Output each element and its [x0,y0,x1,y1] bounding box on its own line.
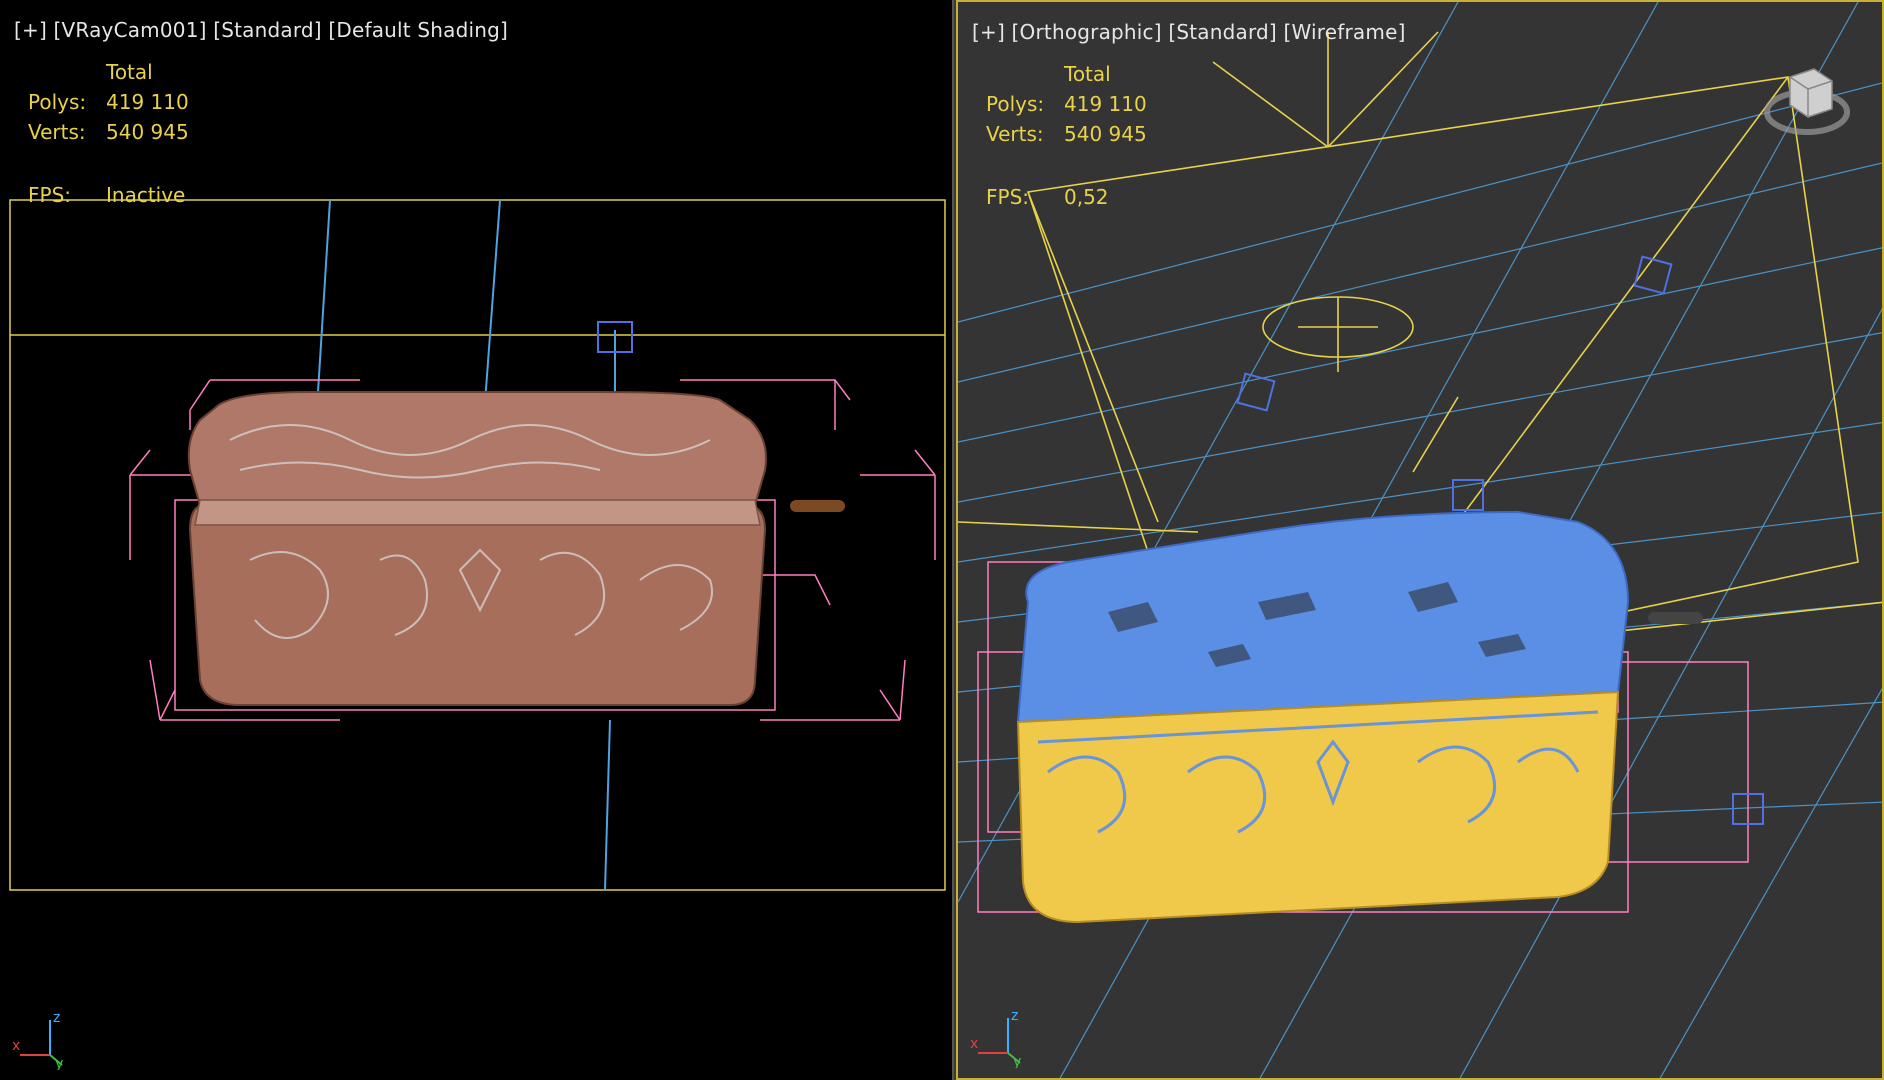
box-handle [790,500,845,512]
camera-viewport[interactable]: [+] [VRayCam001] [Standard] [Default Sha… [0,0,954,1080]
viewcube-icon[interactable] [1762,57,1852,147]
fps-label: FPS: [986,185,1029,209]
box-wire-lid[interactable] [1016,510,1630,724]
viewport-menu[interactable]: [+] [972,20,1005,44]
preset-menu[interactable]: [Standard] [213,18,322,42]
shading-menu[interactable]: [Wireframe] [1283,20,1405,44]
stats-total-label: Total [1064,62,1111,86]
verts-value: 540 945 [1064,122,1147,146]
polys-label: Polys: [986,92,1045,116]
verts-label: Verts: [28,120,86,144]
verts-value: 540 945 [106,120,189,144]
svg-text:y: y [55,1056,63,1070]
polys-value: 419 110 [1064,92,1147,116]
axis-tripod-icon: z x y [12,1010,63,1070]
preset-menu[interactable]: [Standard] [1168,20,1277,44]
svg-text:y: y [1013,1054,1021,1068]
fps-value: 0,52 [1064,185,1109,209]
verts-label: Verts: [986,122,1044,146]
svg-text:x: x [12,1038,20,1054]
polys-label: Polys: [28,90,87,114]
camera-viewport-scene [9,199,946,891]
svg-text:z: z [53,1010,60,1026]
camera-menu[interactable]: [VRayCam001] [54,18,207,42]
svg-text:z: z [1011,1008,1018,1024]
fps-value: Inactive [106,183,186,207]
viewport-menu[interactable]: [+] [14,18,47,42]
svg-text:x: x [970,1036,978,1052]
polys-value: 419 110 [106,90,189,114]
viewport-label[interactable]: [+] [VRayCam001] [Standard] [Default Sha… [14,18,508,42]
camera-menu[interactable]: [Orthographic] [1012,20,1162,44]
orthographic-viewport-scene [958,2,1882,1078]
stats-total-label: Total [106,60,153,84]
axis-tripod-icon: z x y [970,1008,1021,1068]
orthographic-viewport[interactable]: [+] [Orthographic] [Standard] [Wireframe… [956,0,1884,1080]
fps-label: FPS: [28,183,71,207]
viewport-label[interactable]: [+] [Orthographic] [Standard] [Wireframe… [972,20,1406,44]
shading-menu[interactable]: [Default Shading] [328,18,508,42]
box-lid[interactable] [187,391,767,506]
